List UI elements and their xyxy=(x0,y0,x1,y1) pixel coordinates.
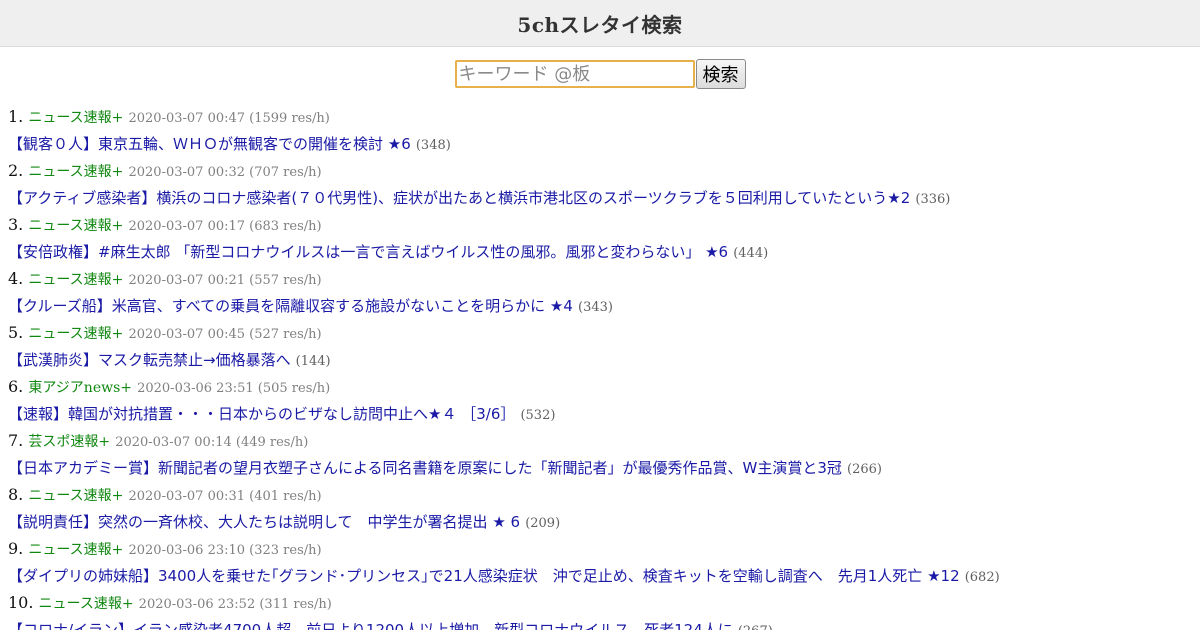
thread-meta-line: 4. ニュース速報+ 2020-03-07 00:21 (557 res/h) xyxy=(8,265,1200,292)
thread-list: 1. ニュース速報+ 2020-03-07 00:47 (1599 res/h)… xyxy=(0,103,1200,630)
thread-rank: 5. xyxy=(8,323,24,342)
thread-meta-line: 5. ニュース速報+ 2020-03-07 00:45 (527 res/h) xyxy=(8,319,1200,346)
thread-board-link[interactable]: ニュース速報+ xyxy=(28,272,123,288)
thread-rank: 2. xyxy=(8,161,24,180)
thread-board-link[interactable]: ニュース速報+ xyxy=(28,164,123,180)
thread-meta: 2020-03-07 00:17 (683 res/h) xyxy=(128,219,322,234)
thread-title-line: 【観客０人】東京五輪、ＷＨＯが無観客での開催を検討 ★6 (348) xyxy=(8,130,1200,157)
thread-title-line: 【速報】韓国が対抗措置・・・日本からのビザなし訪問中止へ★４ ［3/6］ (53… xyxy=(8,400,1200,427)
thread-res-count: (144) xyxy=(295,354,331,369)
thread-meta-line: 2. ニュース速報+ 2020-03-07 00:32 (707 res/h) xyxy=(8,157,1200,184)
thread-item: 3. ニュース速報+ 2020-03-07 00:17 (683 res/h) … xyxy=(8,211,1200,265)
thread-rank: 8. xyxy=(8,485,24,504)
thread-board-link[interactable]: 芸スポ速報+ xyxy=(28,434,110,450)
thread-item: 7. 芸スポ速報+ 2020-03-07 00:14 (449 res/h) 【… xyxy=(8,427,1200,481)
thread-meta-line: 6. 東アジアnews+ 2020-03-06 23:51 (505 res/h… xyxy=(8,373,1200,400)
thread-rank: 7. xyxy=(8,431,24,450)
thread-rank: 10. xyxy=(8,593,34,612)
thread-board-link[interactable]: 東アジアnews+ xyxy=(28,380,132,396)
thread-meta-line: 8. ニュース速報+ 2020-03-07 00:31 (401 res/h) xyxy=(8,481,1200,508)
thread-meta-line: 1. ニュース速報+ 2020-03-07 00:47 (1599 res/h) xyxy=(8,103,1200,130)
thread-item: 8. ニュース速報+ 2020-03-07 00:31 (401 res/h) … xyxy=(8,481,1200,535)
thread-item: 9. ニュース速報+ 2020-03-06 23:10 (323 res/h) … xyxy=(8,535,1200,589)
thread-item: 6. 東アジアnews+ 2020-03-06 23:51 (505 res/h… xyxy=(8,373,1200,427)
thread-meta: 2020-03-07 00:32 (707 res/h) xyxy=(128,165,322,180)
thread-title-link[interactable]: 【アクティブ感染者】横浜のコロナ感染者(７０代男性)、症状が出たあと横浜市港北区… xyxy=(8,189,910,207)
thread-meta: 2020-03-07 00:47 (1599 res/h) xyxy=(128,111,330,126)
thread-item: 10. ニュース速報+ 2020-03-06 23:52 (311 res/h)… xyxy=(8,589,1200,630)
thread-title-line: 【説明責任】突然の一斉休校、大人たちは説明して 中学生が署名提出 ★ 6 (20… xyxy=(8,508,1200,535)
thread-res-count: (532) xyxy=(520,408,556,423)
thread-title-line: 【ダイプリの姉妹船】3400人を乗せた｢グランド･プリンセス｣で21人感染症状 … xyxy=(8,562,1200,589)
thread-meta-line: 7. 芸スポ速報+ 2020-03-07 00:14 (449 res/h) xyxy=(8,427,1200,454)
site-title[interactable]: 5chスレタイ検索 xyxy=(517,9,682,38)
thread-board-link[interactable]: ニュース速報+ xyxy=(28,218,123,234)
thread-board-link[interactable]: ニュース速報+ xyxy=(28,110,123,126)
thread-title-link[interactable]: 【ダイプリの姉妹船】3400人を乗せた｢グランド･プリンセス｣で21人感染症状 … xyxy=(8,567,960,585)
thread-title-line: 【コロナ/イラン】イラン感染者4700人超 前日より1200人以上増加 新型コロ… xyxy=(8,616,1200,630)
thread-meta: 2020-03-07 00:21 (557 res/h) xyxy=(128,273,322,288)
thread-res-count: (336) xyxy=(915,192,951,207)
thread-title-line: 【武漢肺炎】マスク転売禁止→価格暴落へ (144) xyxy=(8,346,1200,373)
thread-board-link[interactable]: ニュース速報+ xyxy=(28,326,123,342)
thread-rank: 1. xyxy=(8,107,24,126)
thread-title-link[interactable]: 【速報】韓国が対抗措置・・・日本からのビザなし訪問中止へ★４ ［3/6］ xyxy=(8,405,515,423)
search-input[interactable] xyxy=(454,60,695,88)
thread-title-link[interactable]: 【日本アカデミー賞】新聞記者の望月衣塑子さんによる同名書籍を原案にした「新聞記者… xyxy=(8,459,842,477)
thread-meta: 2020-03-07 00:14 (449 res/h) xyxy=(115,435,309,450)
thread-meta-line: 3. ニュース速報+ 2020-03-07 00:17 (683 res/h) xyxy=(8,211,1200,238)
thread-rank: 6. xyxy=(8,377,24,396)
thread-rank: 9. xyxy=(8,539,24,558)
thread-item: 4. ニュース速報+ 2020-03-07 00:21 (557 res/h) … xyxy=(8,265,1200,319)
search-bar: 検索 xyxy=(0,59,1200,89)
thread-rank: 3. xyxy=(8,215,24,234)
thread-title-link[interactable]: 【安倍政権】#麻生太郎 「新型コロナウイルスは一言で言えばウイルス性の風邪。風邪… xyxy=(8,243,728,261)
thread-title-link[interactable]: 【説明責任】突然の一斉休校、大人たちは説明して 中学生が署名提出 ★ 6 xyxy=(8,513,520,531)
thread-res-count: (343) xyxy=(578,300,613,315)
thread-title-link[interactable]: 【コロナ/イラン】イラン感染者4700人超 前日より1200人以上増加 新型コロ… xyxy=(8,621,733,630)
thread-meta-line: 10. ニュース速報+ 2020-03-06 23:52 (311 res/h) xyxy=(8,589,1200,616)
thread-meta: 2020-03-06 23:51 (505 res/h) xyxy=(137,381,331,396)
thread-title-link[interactable]: 【クルーズ船】米高官、すべての乗員を隔離収容する施設がないことを明らかに ★4 xyxy=(8,297,573,315)
site-header: 5chスレタイ検索 xyxy=(0,0,1200,47)
thread-board-link[interactable]: ニュース速報+ xyxy=(39,596,134,612)
thread-res-count: (209) xyxy=(525,516,561,531)
thread-item: 5. ニュース速報+ 2020-03-07 00:45 (527 res/h) … xyxy=(8,319,1200,373)
thread-board-link[interactable]: ニュース速報+ xyxy=(28,542,123,558)
thread-meta: 2020-03-07 00:45 (527 res/h) xyxy=(128,327,322,342)
thread-title-line: 【日本アカデミー賞】新聞記者の望月衣塑子さんによる同名書籍を原案にした「新聞記者… xyxy=(8,454,1200,481)
thread-meta: 2020-03-06 23:52 (311 res/h) xyxy=(138,597,332,612)
thread-board-link[interactable]: ニュース速報+ xyxy=(28,488,123,504)
thread-res-count: (682) xyxy=(964,570,1000,585)
thread-meta-line: 9. ニュース速報+ 2020-03-06 23:10 (323 res/h) xyxy=(8,535,1200,562)
thread-res-count: (444) xyxy=(733,246,769,261)
search-button[interactable]: 検索 xyxy=(695,59,746,89)
thread-title-line: 【アクティブ感染者】横浜のコロナ感染者(７０代男性)、症状が出たあと横浜市港北区… xyxy=(8,184,1200,211)
thread-title-line: 【クルーズ船】米高官、すべての乗員を隔離収容する施設がないことを明らかに ★4 … xyxy=(8,292,1200,319)
thread-title-line: 【安倍政権】#麻生太郎 「新型コロナウイルスは一言で言えばウイルス性の風邪。風邪… xyxy=(8,238,1200,265)
thread-meta: 2020-03-07 00:31 (401 res/h) xyxy=(128,489,322,504)
thread-res-count: (266) xyxy=(847,462,882,477)
thread-rank: 4. xyxy=(8,269,24,288)
thread-item: 1. ニュース速報+ 2020-03-07 00:47 (1599 res/h)… xyxy=(8,103,1200,157)
thread-res-count: (348) xyxy=(415,138,451,153)
thread-title-link[interactable]: 【観客０人】東京五輪、ＷＨＯが無観客での開催を検討 ★6 xyxy=(8,135,411,153)
thread-meta: 2020-03-06 23:10 (323 res/h) xyxy=(128,543,322,558)
thread-res-count: (267) xyxy=(738,624,773,630)
thread-item: 2. ニュース速報+ 2020-03-07 00:32 (707 res/h) … xyxy=(8,157,1200,211)
thread-title-link[interactable]: 【武漢肺炎】マスク転売禁止→価格暴落へ xyxy=(8,351,291,369)
